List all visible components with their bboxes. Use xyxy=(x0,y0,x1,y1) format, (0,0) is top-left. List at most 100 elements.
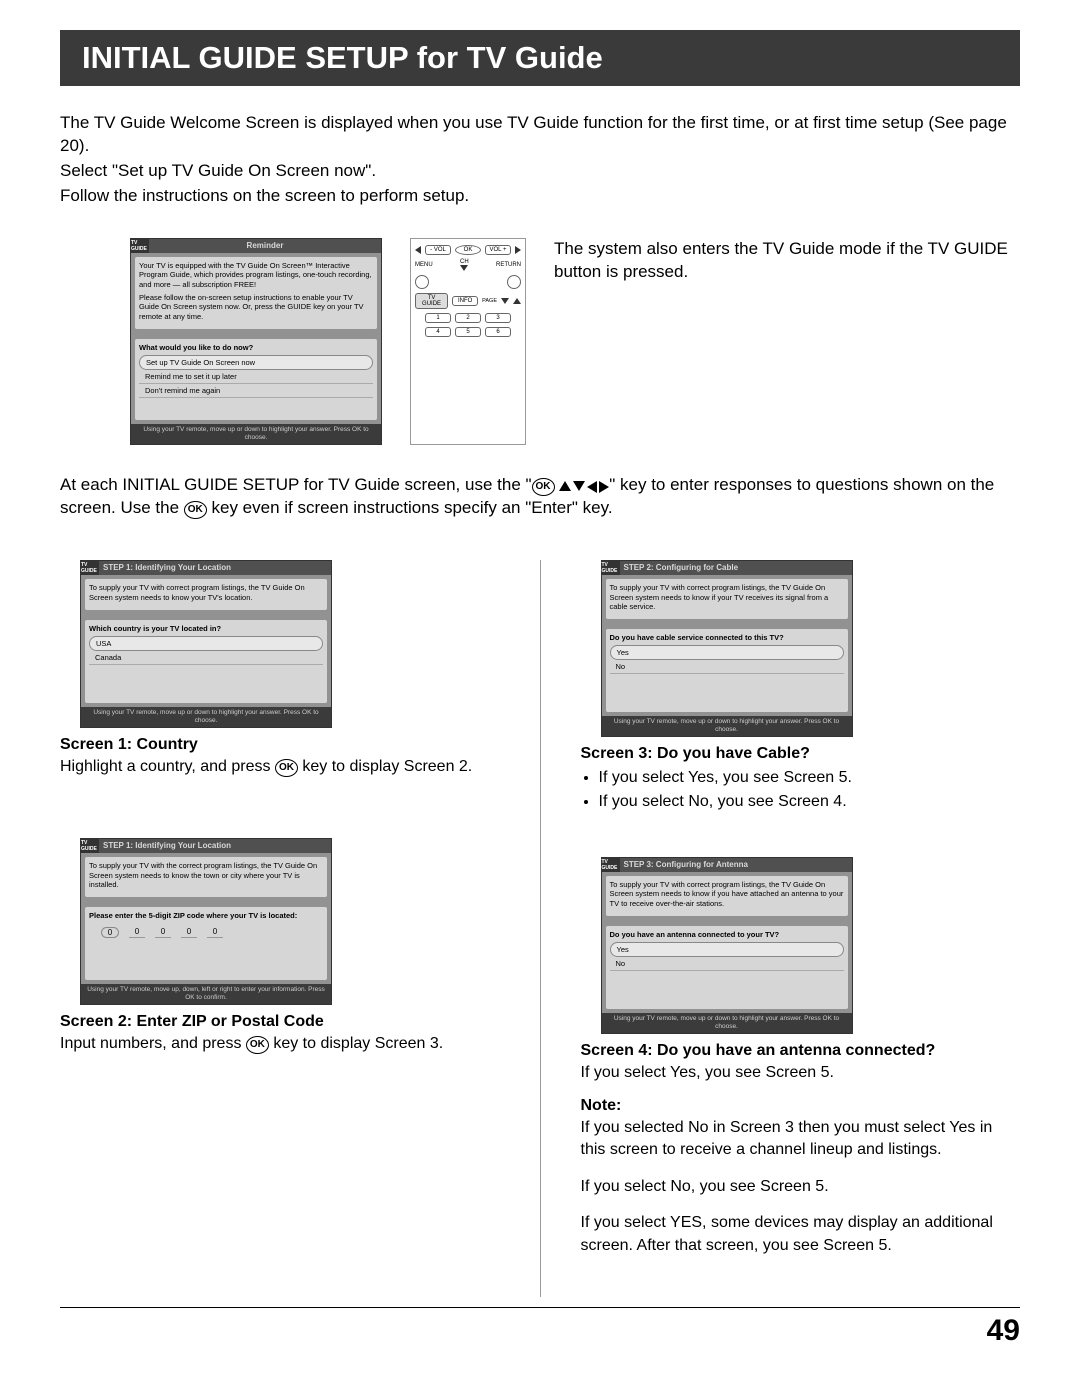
tvguide-button: TV GUIDE xyxy=(415,293,448,309)
num-button: 1 xyxy=(425,313,451,323)
zip-digit: 0 xyxy=(155,927,171,938)
num-button: 3 xyxy=(485,313,511,323)
screen-title: Screen 2: Enter ZIP or Postal Code xyxy=(60,1013,324,1030)
vol-minus-button: - VOL xyxy=(425,245,451,255)
dialog-question: Please enter the 5-digit ZIP code where … xyxy=(89,911,323,920)
ok-icon: OK xyxy=(184,501,207,519)
screen-text: key to display Screen 3. xyxy=(269,1035,443,1052)
dialog-msg: To supply your TV with the correct progr… xyxy=(89,861,323,889)
tv-guide-logo-icon: TV GUIDE xyxy=(602,561,620,575)
ok-icon: OK xyxy=(275,759,298,777)
screen-text: Highlight a country, and press xyxy=(60,758,275,775)
dialog-footer: Using your TV remote, move up, down, lef… xyxy=(81,984,331,1004)
dialog-option: No xyxy=(610,957,844,971)
bullet-item: If you select Yes, you see Screen 5. xyxy=(599,767,1021,789)
intro-text: The TV Guide Welcome Screen is displayed… xyxy=(60,112,1020,208)
side-note-text: The system also enters the TV Guide mode… xyxy=(554,238,1020,284)
zip-digit: 0 xyxy=(181,927,197,938)
screen-text: Input numbers, and press xyxy=(60,1035,246,1052)
dialog-msg: To supply your TV with correct program l… xyxy=(610,880,844,908)
num-button: 2 xyxy=(455,313,481,323)
screen4-dialog: TV GUIDE STEP 3: Configuring for Antenna… xyxy=(601,857,853,1034)
note-heading: Note: xyxy=(581,1095,1021,1117)
side-note: The system also enters the TV Guide mode… xyxy=(554,238,1020,445)
down-arrow-icon xyxy=(501,298,509,304)
screen-title: Screen 1: Country xyxy=(60,736,198,753)
mid-instruction: At each INITIAL GUIDE SETUP for TV Guide… xyxy=(60,473,1020,521)
note-text: If you selected No in Screen 3 then you … xyxy=(581,1117,1021,1162)
dialog-option: Set up TV Guide On Screen now xyxy=(139,355,373,370)
dialog-option: Yes xyxy=(610,645,844,660)
down-arrow-icon xyxy=(460,265,468,271)
dialog-header: STEP 2: Configuring for Cable xyxy=(620,561,852,575)
screen-text: key to display Screen 2. xyxy=(298,758,472,775)
note-text: If you select No, you see Screen 5. xyxy=(581,1176,1021,1198)
dialog-header: STEP 1: Identifying Your Location xyxy=(99,561,331,575)
intro-line: Select "Set up TV Guide On Screen now". xyxy=(60,160,1020,183)
dialog-msg: Your TV is equipped with the TV Guide On… xyxy=(139,261,373,289)
tv-guide-logo-icon: TV GUIDE xyxy=(81,839,99,853)
intro-line: Follow the instructions on the screen to… xyxy=(60,185,1020,208)
dialog-footer: Using your TV remote, move up or down to… xyxy=(602,716,852,736)
screen1-dialog: TV GUIDE STEP 1: Identifying Your Locati… xyxy=(80,560,332,727)
zip-digit: 0 xyxy=(129,927,145,938)
note-text: If you select YES, some devices may disp… xyxy=(581,1212,1021,1257)
dialog-option: No xyxy=(610,660,844,674)
num-button: 4 xyxy=(425,327,451,337)
screen-text: If you select Yes, you see Screen 5. xyxy=(581,1064,835,1081)
num-button: 5 xyxy=(455,327,481,337)
vol-plus-button: VOL + xyxy=(485,245,511,255)
left-arrow-icon xyxy=(415,246,421,254)
return-label: RETURN xyxy=(496,262,521,268)
dialog-header: STEP 1: Identifying Your Location xyxy=(99,839,331,853)
dialog-header: Reminder xyxy=(149,239,381,253)
dialog-option: USA xyxy=(89,636,323,651)
dialog-option: Canada xyxy=(89,651,323,665)
tv-guide-logo-icon: TV GUIDE xyxy=(602,858,620,872)
up-arrow-icon xyxy=(513,298,521,304)
dialog-footer: Using your TV remote, move up or down to… xyxy=(131,424,381,444)
right-arrow-icon xyxy=(599,481,609,493)
page-number: 49 xyxy=(60,1307,1020,1348)
ok-icon: OK xyxy=(532,478,555,496)
column-divider xyxy=(540,560,541,1297)
zip-digit: 0 xyxy=(207,927,223,938)
dialog-question: Do you have cable service connected to t… xyxy=(610,633,844,642)
ok-button: OK xyxy=(455,245,481,255)
screen3-dialog: TV GUIDE STEP 2: Configuring for Cable T… xyxy=(601,560,853,737)
dialog-option: Yes xyxy=(610,942,844,957)
dialog-msg: To supply your TV with correct program l… xyxy=(89,583,323,602)
tv-guide-logo-icon: TV GUIDE xyxy=(81,561,99,575)
left-arrow-icon xyxy=(587,481,597,493)
dialog-footer: Using your TV remote, move up or down to… xyxy=(602,1013,852,1033)
dialog-header: STEP 3: Configuring for Antenna xyxy=(620,858,852,872)
dialog-msg: To supply your TV with correct program l… xyxy=(610,583,844,611)
bullet-item: If you select No, you see Screen 4. xyxy=(599,791,1021,813)
dialog-footer: Using your TV remote, move up or down to… xyxy=(81,707,331,727)
dialog-question: Which country is your TV located in? xyxy=(89,624,323,633)
down-arrow-icon xyxy=(573,481,585,491)
remote-control-diagram: - VOL OK VOL + MENU CH RETURN TV GUIDE I… xyxy=(410,238,526,445)
intro-line: The TV Guide Welcome Screen is displayed… xyxy=(60,112,1020,158)
page-title: INITIAL GUIDE SETUP for TV Guide xyxy=(60,30,1020,86)
mid-text: At each INITIAL GUIDE SETUP for TV Guide… xyxy=(60,475,532,494)
num-button: 6 xyxy=(485,327,511,337)
ok-icon: OK xyxy=(246,1036,269,1054)
circle-button-icon xyxy=(415,275,429,289)
page-label: PAGE xyxy=(482,298,497,304)
screen2-dialog: TV GUIDE STEP 1: Identifying Your Locati… xyxy=(80,838,332,1005)
dialog-question: Do you have an antenna connected to your… xyxy=(610,930,844,939)
screen-title: Screen 3: Do you have Cable? xyxy=(581,745,810,762)
welcome-dialog: TV GUIDE Reminder Your TV is equipped wi… xyxy=(130,238,382,445)
dialog-option: Remind me to set it up later xyxy=(139,370,373,384)
circle-button-icon xyxy=(507,275,521,289)
dialog-question: What would you like to do now? xyxy=(139,343,373,352)
dialog-msg: Please follow the on-screen setup instru… xyxy=(139,293,373,321)
mid-text: key even if screen instructions specify … xyxy=(207,498,613,517)
info-button: INFO xyxy=(452,296,478,306)
menu-label: MENU xyxy=(415,262,433,268)
up-arrow-icon xyxy=(559,481,571,491)
right-arrow-icon xyxy=(515,246,521,254)
dialog-option: Don't remind me again xyxy=(139,384,373,398)
tv-guide-logo-icon: TV GUIDE xyxy=(131,239,149,253)
